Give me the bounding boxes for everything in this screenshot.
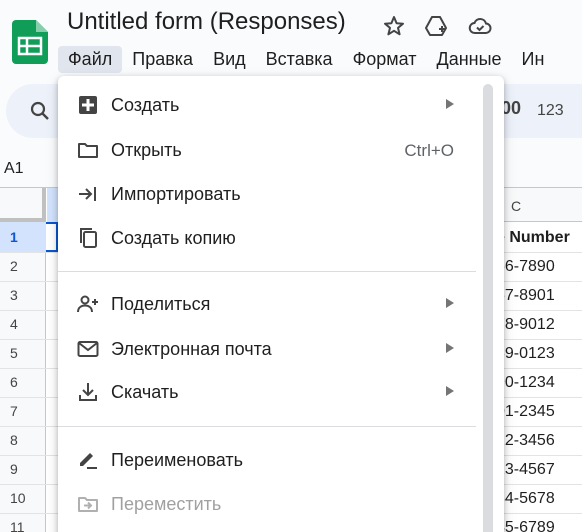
submenu-arrow-icon <box>446 343 454 353</box>
import-arrow-icon <box>79 187 96 201</box>
document-title[interactable]: Untitled form (Responses) <box>67 8 346 36</box>
submenu-arrow-icon <box>446 298 454 308</box>
menu-item-label: Переименовать <box>111 450 243 470</box>
menu-item-rename[interactable]: Переименовать <box>58 440 478 480</box>
cell-c11[interactable]: 45-6789 <box>496 519 555 532</box>
cell-c1[interactable]: e Number <box>496 229 570 247</box>
cell-c7[interactable]: 01-2345 <box>496 403 555 421</box>
sheets-logo-icon[interactable] <box>12 20 48 64</box>
submenu-arrow-icon <box>446 99 454 109</box>
menu-insert[interactable]: Вставка <box>256 46 343 73</box>
row-header[interactable]: 5 <box>0 339 46 368</box>
plus-square-icon <box>79 96 97 114</box>
cell-c5[interactable]: 89-0123 <box>496 345 555 363</box>
menu-item-download[interactable]: Скачать <box>58 372 478 412</box>
rename-pen-icon <box>80 453 97 469</box>
menu-item-make-copy[interactable]: Создать копию <box>58 218 478 258</box>
menu-item-label: Создать копию <box>111 228 236 248</box>
menu-item-label: Открыть <box>111 140 182 160</box>
row-header[interactable]: 7 <box>0 397 46 426</box>
mail-icon <box>77 341 99 357</box>
menu-item-label: Переместить <box>111 494 222 514</box>
menu-item-label: Импортировать <box>111 184 241 204</box>
menu-bar: Файл Правка Вид Вставка Формат Данные Ин <box>58 44 554 74</box>
menu-tools[interactable]: Ин <box>512 46 555 73</box>
menu-divider <box>58 271 476 272</box>
row-header[interactable]: 4 <box>0 310 46 339</box>
search-menus-icon[interactable] <box>28 99 52 123</box>
cell-c6[interactable]: 90-1234 <box>496 374 555 392</box>
name-box[interactable]: A1 <box>4 160 24 178</box>
cell-c9[interactable]: 23-4567 <box>496 461 555 479</box>
menu-data[interactable]: Данные <box>427 46 512 73</box>
menu-item-label: Создать <box>111 95 180 115</box>
cell-c10[interactable]: 34-5678 <box>496 490 555 508</box>
menu-item-label: Скачать <box>111 382 179 402</box>
menu-scrollbar[interactable] <box>483 84 493 532</box>
menu-item-open[interactable]: Открыть Ctrl+O <box>58 130 478 170</box>
row-header[interactable]: 8 <box>0 426 46 455</box>
copy-icon <box>80 228 97 248</box>
star-icon[interactable] <box>382 14 406 38</box>
menu-view[interactable]: Вид <box>203 46 256 73</box>
menu-item-import[interactable]: Импортировать <box>58 174 478 214</box>
menu-divider <box>58 426 476 427</box>
move-to-drive-icon[interactable] <box>424 14 448 38</box>
cell-c3[interactable]: 67-8901 <box>496 287 555 305</box>
person-add-icon <box>77 295 98 313</box>
row-header[interactable]: 1 <box>0 222 46 252</box>
row-header[interactable]: 10 <box>0 484 46 513</box>
row-header[interactable]: 9 <box>0 455 46 484</box>
folder-icon <box>78 143 98 158</box>
cell-c8[interactable]: 12-3456 <box>496 432 555 450</box>
select-all-corner[interactable] <box>0 188 46 222</box>
download-icon <box>79 383 97 401</box>
row-header[interactable]: 3 <box>0 281 46 310</box>
menu-item-label: Электронная почта <box>111 339 272 359</box>
row-header[interactable]: 11 <box>0 513 46 532</box>
move-folder-icon <box>78 497 98 512</box>
row-header[interactable]: 2 <box>0 252 46 281</box>
menu-item-share[interactable]: Поделиться <box>58 284 478 324</box>
menu-item-label: Поделиться <box>111 294 211 314</box>
more-formats-button[interactable]: 123 <box>537 102 564 120</box>
column-header-c[interactable]: C <box>511 198 521 214</box>
file-menu-dropdown: Создать Открыть Ctrl+O Импортировать Соз… <box>58 76 504 532</box>
submenu-arrow-icon <box>446 386 454 396</box>
row-header[interactable]: 6 <box>0 368 46 397</box>
menu-file[interactable]: Файл <box>58 45 123 73</box>
menu-item-new[interactable]: Создать <box>58 85 478 125</box>
active-cell-border <box>46 222 58 252</box>
shortcut-hint: Ctrl+O <box>404 141 454 160</box>
cloud-saved-icon[interactable] <box>468 14 492 38</box>
menu-edit[interactable]: Правка <box>122 46 203 73</box>
menu-item-move: Переместить <box>58 484 478 524</box>
menu-item-email[interactable]: Электронная почта <box>58 329 478 369</box>
cell-c2[interactable]: 56-7890 <box>496 258 555 276</box>
cell-c4[interactable]: 78-9012 <box>496 316 555 334</box>
menu-format[interactable]: Формат <box>343 46 427 73</box>
